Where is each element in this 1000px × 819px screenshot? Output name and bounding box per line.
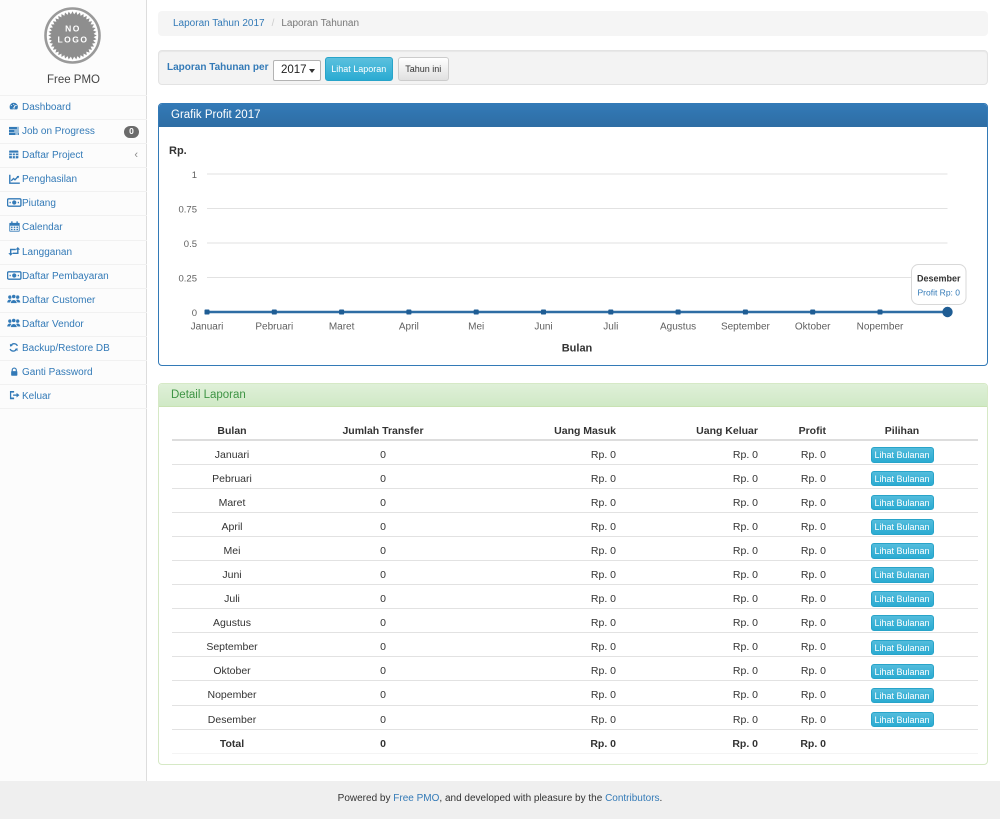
svg-text:0.5: 0.5 bbox=[184, 239, 197, 250]
svg-text:Agustus: Agustus bbox=[660, 322, 696, 333]
svg-text:September: September bbox=[721, 322, 771, 333]
svg-text:Mei: Mei bbox=[468, 322, 484, 333]
svg-text:Rp.: Rp. bbox=[169, 145, 187, 157]
svg-text:Bulan: Bulan bbox=[562, 343, 593, 355]
svg-text:Pebruari: Pebruari bbox=[255, 322, 293, 333]
svg-text:Juni: Juni bbox=[534, 322, 552, 333]
svg-text:Januari: Januari bbox=[191, 322, 224, 333]
svg-text:Maret: Maret bbox=[329, 322, 355, 333]
svg-text:0.75: 0.75 bbox=[179, 205, 198, 216]
svg-text:Profit Rp: 0: Profit Rp: 0 bbox=[917, 288, 960, 298]
svg-text:0.25: 0.25 bbox=[179, 274, 198, 285]
svg-text:Oktober: Oktober bbox=[795, 322, 831, 333]
svg-text:LOGO: LOGO bbox=[57, 34, 88, 44]
svg-text:Juli: Juli bbox=[603, 322, 618, 333]
svg-text:April: April bbox=[399, 322, 419, 333]
svg-text:NO: NO bbox=[65, 23, 81, 33]
svg-text:1: 1 bbox=[192, 170, 197, 181]
svg-text:Desember: Desember bbox=[917, 274, 961, 284]
svg-text:Nopember: Nopember bbox=[857, 322, 904, 333]
svg-text:0: 0 bbox=[192, 308, 197, 319]
